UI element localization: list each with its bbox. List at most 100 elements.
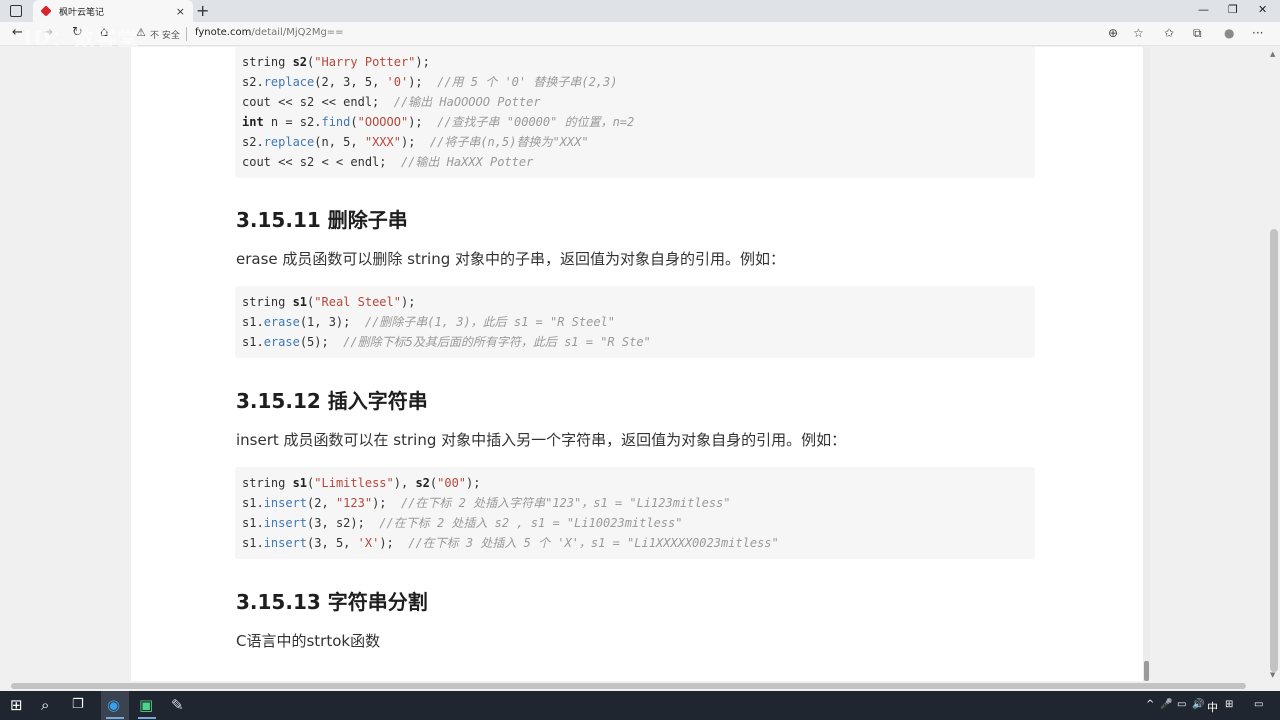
- address-bar[interactable]: ⚠ 不 安全 fynote.com/detail/MjQ2Mg==: [128, 24, 1128, 44]
- code-token: n = s2.: [263, 115, 322, 129]
- code-line: string s2("Harry Potter");: [242, 52, 1028, 72]
- favorites-icon[interactable]: ✩: [1164, 26, 1174, 40]
- code-token: (5);: [299, 335, 344, 349]
- heading-split: 3.15.13 字符串分割: [236, 590, 428, 614]
- code-token: 'X': [357, 536, 380, 550]
- home-button[interactable]: ⌂: [100, 25, 108, 40]
- window-scrollbar-thumb[interactable]: [1270, 229, 1278, 672]
- back-button[interactable]: ←: [12, 25, 23, 40]
- url-text[interactable]: fynote.com/detail/MjQ2Mg==: [195, 27, 344, 38]
- ide-app-icon[interactable]: ▣: [139, 696, 153, 714]
- microphone-icon[interactable]: 🎤: [1160, 699, 1172, 710]
- edge-browser-icon[interactable]: ◉: [107, 696, 120, 714]
- code-token: insert: [263, 496, 308, 510]
- article-scrollbar-thumb[interactable]: [1144, 661, 1149, 681]
- heading-erase: 3.15.11 删除子串: [236, 208, 408, 232]
- code-token: //在下标 3 处插入 5 个 'X'，s1 = "Li1XXXXX0023mi…: [408, 536, 779, 550]
- scroll-up-arrow-icon[interactable]: ▲: [1270, 50, 1275, 58]
- tab-close-icon[interactable]: ×: [176, 5, 185, 18]
- article-scrollbar[interactable]: [1143, 47, 1150, 681]
- url-path: /detail/MjQ2Mg==: [251, 27, 344, 38]
- volume-icon[interactable]: 🔊: [1192, 699, 1204, 710]
- code-token: "123": [335, 496, 373, 510]
- new-tab-button[interactable]: +: [196, 1, 209, 20]
- code-token: );: [400, 295, 416, 309]
- code-token: //在下标 2 处插入字符串"123"，s1 = "Li123mitless": [400, 496, 731, 510]
- start-icon[interactable]: ⊞: [10, 696, 23, 714]
- code-token: string: [242, 476, 293, 490]
- code-token: replace: [263, 75, 315, 89]
- code-token: );: [372, 496, 401, 510]
- ime-indicator[interactable]: 中: [1207, 699, 1218, 715]
- search-icon[interactable]: ⌕: [41, 696, 49, 714]
- url-host: fyn: [195, 27, 211, 38]
- horizontal-scrollbar-thumb[interactable]: [11, 683, 1246, 689]
- title-bar: 枫叶云笔记 × + — ❐ ✕: [0, 0, 1280, 22]
- code-token: //用 5 个 '0' 替换子串(2,3): [437, 75, 618, 89]
- code-line: cout << s2 < < endl; //输出 HaXXX Potter: [242, 152, 1028, 172]
- code-token: );: [408, 115, 438, 129]
- code-token: s1.: [242, 496, 264, 510]
- code-token: s1.: [242, 516, 264, 530]
- code-token: s1.: [242, 536, 264, 550]
- warning-icon[interactable]: ⚠: [136, 26, 146, 39]
- code-token: (3, s2);: [307, 516, 380, 530]
- code-line: s1.insert(3, s2); //在下标 2 处插入 s2 , s1 = …: [242, 513, 1028, 533]
- code-block-erase: string s1("Real Steel"); s1.erase(1, 3); …: [235, 286, 1035, 358]
- code-token: "OOOOO": [357, 115, 409, 129]
- code-token: //输出 HaOOOOO Potter: [393, 95, 541, 109]
- code-line: s2.replace(2, 3, 5, '0'); //用 5 个 '0' 替换…: [242, 72, 1028, 92]
- add-favorite-icon[interactable]: ☆: [1133, 26, 1144, 40]
- ime-mode-icon[interactable]: ⊞: [1225, 699, 1233, 710]
- heading-insert: 3.15.12 插入字符串: [236, 389, 428, 413]
- task-view-icon[interactable]: ❐: [72, 697, 84, 712]
- code-token: );: [415, 55, 430, 69]
- url-host-rest: ote.com: [210, 27, 252, 38]
- code-line: string s1("Real Steel");: [242, 292, 1028, 312]
- forward-button[interactable]: →: [42, 25, 53, 40]
- code-token: cout << s2 < < endl;: [242, 155, 401, 169]
- code-token: );: [400, 135, 430, 149]
- code-line: s1.insert(3, 5, 'X'); //在下标 3 处插入 5 个 'X…: [242, 533, 1028, 553]
- code-token: //查找子串 "00000" 的位置，n=2: [437, 115, 635, 129]
- code-token: "Limitless": [314, 476, 394, 490]
- close-window-button[interactable]: ✕: [1258, 3, 1267, 16]
- paragraph-split: C语言中的strtok函数: [236, 632, 381, 650]
- minimize-button[interactable]: —: [1198, 3, 1209, 16]
- notification-icon[interactable]: ▭: [1254, 699, 1263, 710]
- code-line: s2.replace(n, 5, "XXX"); //将子串(n,5)替换为"X…: [242, 132, 1028, 152]
- code-token: s1: [292, 295, 308, 309]
- tray-overflow-icon[interactable]: ^: [1146, 699, 1154, 710]
- restore-button[interactable]: ❐: [1228, 3, 1238, 16]
- code-token: s1.: [242, 315, 264, 329]
- code-token: (n, 5,: [314, 135, 365, 149]
- tool-app-icon[interactable]: ✎: [171, 696, 184, 714]
- code-token: s2.: [242, 135, 264, 149]
- code-token: s1.: [242, 335, 264, 349]
- code-token: s2.: [242, 75, 264, 89]
- code-block-replace: string s2("Harry Potter"); s2.replace(2, …: [235, 47, 1035, 178]
- code-token: insert: [263, 536, 308, 550]
- settings-menu-icon[interactable]: ···: [1252, 26, 1263, 40]
- zoom-icon[interactable]: ⊕: [1108, 26, 1118, 40]
- code-token: s1: [292, 476, 308, 490]
- code-token: //输出 HaXXX Potter: [400, 155, 534, 169]
- code-token: (: [350, 115, 358, 129]
- code-block-insert: string s1("Limitless"), s2("00"); s1.inse…: [235, 467, 1035, 559]
- collections-icon[interactable]: ⧉: [1193, 26, 1202, 41]
- profile-avatar-icon[interactable]: ●: [1224, 26, 1234, 40]
- code-token: //删除子串(1, 3)，此后 s1 = "R Steel": [364, 315, 616, 329]
- insecure-label[interactable]: 不 安全: [150, 28, 180, 41]
- scroll-down-arrow-icon[interactable]: ▼: [1270, 671, 1275, 679]
- code-line: s1.erase(5); //删除下标5及其后面的所有字符，此后 s1 = "R…: [242, 332, 1028, 352]
- code-token: s2: [292, 55, 308, 69]
- code-token: "Harry Potter": [314, 55, 416, 69]
- code-token: s2: [415, 476, 430, 490]
- tab-actions-icon[interactable]: [10, 5, 22, 17]
- reload-button[interactable]: ↻: [72, 25, 83, 40]
- browser-tab[interactable]: 枫叶云笔记 ×: [33, 0, 193, 22]
- code-token: "00": [437, 476, 467, 490]
- code-token: //在下标 2 处插入 s2 , s1 = "Li10023mitless": [379, 516, 683, 530]
- network-icon[interactable]: ▭: [1177, 699, 1186, 710]
- code-token: (2,: [307, 496, 336, 510]
